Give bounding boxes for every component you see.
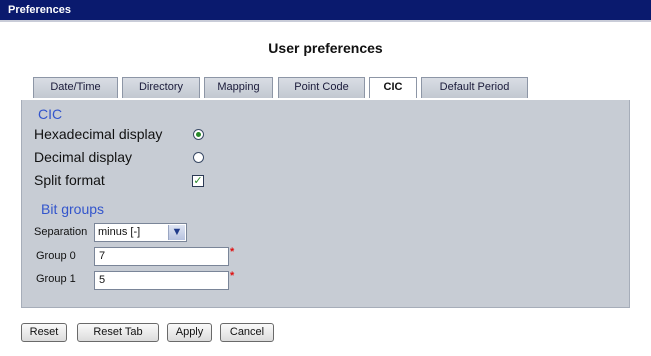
- panel-top-border: [21, 98, 630, 100]
- apply-button[interactable]: Apply: [167, 323, 212, 342]
- group-1-required-mark: *: [230, 270, 235, 282]
- split-format-checkbox[interactable]: ✓: [192, 175, 204, 187]
- tab-date-time[interactable]: Date/Time: [33, 77, 118, 98]
- bit-groups-section-title: Bit groups: [41, 201, 105, 217]
- checkmark-icon: ✓: [193, 175, 203, 187]
- window-titlebar: Preferences: [0, 0, 651, 20]
- cic-section-title: CIC: [38, 106, 63, 122]
- decimal-display-label: Decimal display: [34, 149, 133, 165]
- group-0-required-mark: *: [230, 246, 235, 258]
- separation-value: minus [-]: [98, 226, 141, 238]
- decimal-display-radio[interactable]: [193, 152, 204, 163]
- tab-cic[interactable]: CIC: [369, 77, 417, 99]
- radio-selected-dot: [196, 132, 201, 137]
- titlebar-divider: [0, 20, 651, 22]
- separation-select[interactable]: minus [-] ▼: [94, 223, 187, 242]
- cancel-button[interactable]: Cancel: [220, 323, 274, 342]
- hexadecimal-display-radio[interactable]: [193, 129, 204, 140]
- group-1-input[interactable]: 5: [94, 271, 229, 290]
- reset-tab-button[interactable]: Reset Tab: [77, 323, 159, 342]
- tab-default-period[interactable]: Default Period: [421, 77, 528, 98]
- group-1-label: Group 1: [36, 273, 76, 285]
- split-format-label: Split format: [34, 172, 105, 188]
- tab-point-code[interactable]: Point Code: [278, 77, 365, 98]
- hexadecimal-display-label: Hexadecimal display: [34, 126, 163, 142]
- separation-label: Separation: [34, 226, 88, 238]
- tab-directory[interactable]: Directory: [122, 77, 200, 98]
- page-title: User preferences: [268, 40, 383, 56]
- group-0-label: Group 0: [36, 250, 76, 262]
- chevron-down-icon[interactable]: ▼: [168, 225, 185, 240]
- reset-button[interactable]: Reset: [21, 323, 67, 342]
- window-title: Preferences: [8, 4, 71, 16]
- tab-mapping[interactable]: Mapping: [204, 77, 273, 98]
- group-0-input[interactable]: 7: [94, 247, 229, 266]
